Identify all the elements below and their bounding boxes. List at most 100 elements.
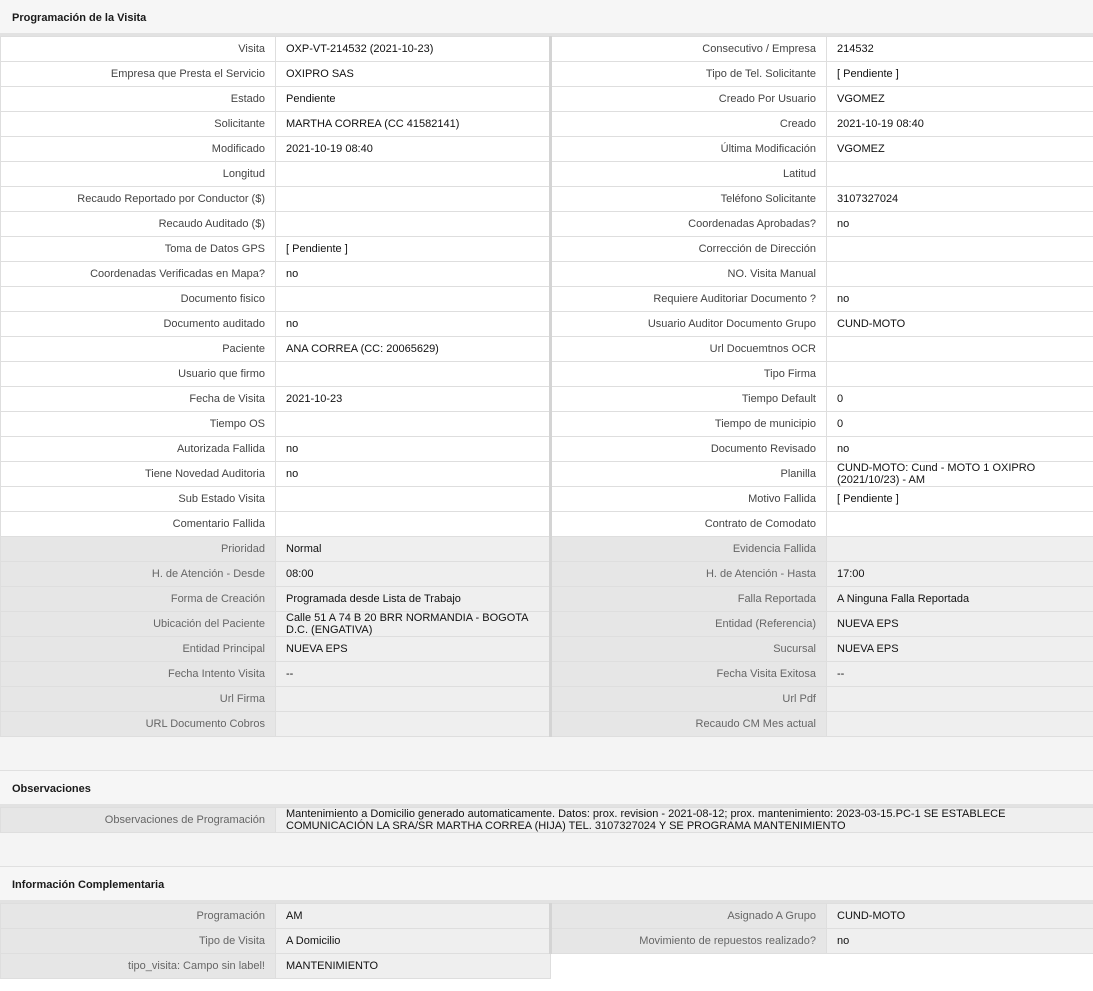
field-value: Pendiente <box>275 86 551 112</box>
field-row: Url Firma Url Pdf <box>0 686 1093 712</box>
observations-table: Observaciones de Programación Mantenimie… <box>0 807 1093 833</box>
field-label: Ubicación del Paciente <box>0 611 276 637</box>
field-label: Consecutivo / Empresa <box>549 36 827 62</box>
field-value <box>826 261 1093 287</box>
field-value: NUEVA EPS <box>826 611 1093 637</box>
field-value: 08:00 <box>275 561 551 587</box>
field-label: Tipo de Tel. Solicitante <box>549 61 827 87</box>
field-label: Coordenadas Verificadas en Mapa? <box>0 261 276 287</box>
field-value <box>275 161 551 187</box>
field-value <box>826 711 1093 737</box>
field-label: Documento auditado <box>0 311 276 337</box>
field-label: Evidencia Fallida <box>549 536 827 562</box>
field-label: Requiere Auditoriar Documento ? <box>549 286 827 312</box>
field-label: Url Docuemtnos OCR <box>549 336 827 362</box>
field-value: NUEVA EPS <box>826 636 1093 662</box>
field-label <box>550 953 827 979</box>
field-value <box>275 686 551 712</box>
field-row: Empresa que Presta el Servicio OXIPRO SAS… <box>0 61 1093 87</box>
field-label: Programación <box>0 903 276 929</box>
field-label: Teléfono Solicitante <box>549 186 827 212</box>
field-value: 3107327024 <box>826 186 1093 212</box>
field-value: Normal <box>275 536 551 562</box>
field-value: 214532 <box>826 36 1093 62</box>
field-label: Tiempo de municipio <box>549 411 827 437</box>
field-label: Sucursal <box>549 636 827 662</box>
field-label: H. de Atención - Hasta <box>549 561 827 587</box>
field-label: Empresa que Presta el Servicio <box>0 61 276 87</box>
field-label: Recaudo CM Mes actual <box>549 711 827 737</box>
field-value: OXP-VT-214532 (2021-10-23) <box>275 36 551 62</box>
field-label: Documento Revisado <box>549 436 827 462</box>
field-value: no <box>826 928 1093 954</box>
field-value: -- <box>826 661 1093 687</box>
field-label: Paciente <box>0 336 276 362</box>
field-value: MARTHA CORREA (CC 41582141) <box>275 111 551 137</box>
field-label: Tipo Firma <box>549 361 827 387</box>
field-value <box>275 211 551 237</box>
field-label: Fecha Visita Exitosa <box>549 661 827 687</box>
field-label: Visita <box>0 36 276 62</box>
field-label: Motivo Fallida <box>549 486 827 512</box>
field-value: VGOMEZ <box>826 86 1093 112</box>
field-row: Comentario Fallida Contrato de Comodato <box>0 511 1093 537</box>
field-value: 2021-10-23 <box>275 386 551 412</box>
field-label: NO. Visita Manual <box>549 261 827 287</box>
field-row: Paciente ANA CORREA (CC: 20065629) Url Doc… <box>0 336 1093 362</box>
field-value: -- <box>275 661 551 687</box>
field-label: Latitud <box>549 161 827 187</box>
program-section-title: Programación de la Visita <box>0 0 1093 36</box>
program-table: Visita OXP-VT-214532 (2021-10-23) Consecut… <box>0 36 1093 737</box>
section-spacer <box>0 833 1093 867</box>
field-label: Forma de Creación <box>0 586 276 612</box>
field-row: URL Documento Cobros Recaudo CM Mes actua… <box>0 711 1093 737</box>
field-row: Recaudo Auditado ($) Coordenadas Aprobada… <box>0 211 1093 237</box>
field-row: Documento fisico Requiere Auditoriar Docu… <box>0 286 1093 312</box>
field-label: Tiempo Default <box>549 386 827 412</box>
field-label: Recaudo Reportado por Conductor ($) <box>0 186 276 212</box>
field-label: Documento fisico <box>0 286 276 312</box>
observations-value: Mantenimiento a Domicilio generado autom… <box>275 807 1093 833</box>
field-label: Entidad Principal <box>0 636 276 662</box>
field-row: Tiene Novedad Auditoria no Planilla CUND-M… <box>0 461 1093 487</box>
field-row: Coordenadas Verificadas en Mapa? no NO. V… <box>0 261 1093 287</box>
field-value: VGOMEZ <box>826 136 1093 162</box>
field-row: Forma de Creación Programada desde Lista … <box>0 586 1093 612</box>
field-row: Solicitante MARTHA CORREA (CC 41582141) Cr… <box>0 111 1093 137</box>
field-row: Modificado 2021-10-19 08:40 Última Modific… <box>0 136 1093 162</box>
field-row: Fecha de Visita 2021-10-23 Tiempo Default… <box>0 386 1093 412</box>
field-label: Movimiento de repuestos realizado? <box>549 928 827 954</box>
field-value: MANTENIMIENTO <box>275 953 551 979</box>
field-label: Usuario que firmo <box>0 361 276 387</box>
field-value <box>275 286 551 312</box>
field-label: Usuario Auditor Documento Grupo <box>549 311 827 337</box>
field-label: Coordenadas Aprobadas? <box>549 211 827 237</box>
field-row: Documento auditado no Usuario Auditor Doc… <box>0 311 1093 337</box>
field-value: [ Pendiente ] <box>826 61 1093 87</box>
field-value: Programada desde Lista de Trabajo <box>275 586 551 612</box>
field-value: CUND-MOTO <box>826 311 1093 337</box>
field-value: CUND-MOTO <box>826 903 1093 929</box>
field-value: CUND-MOTO: Cund - MOTO 1 OXIPRO (2021/10… <box>826 461 1093 487</box>
field-row: Longitud Latitud <box>0 161 1093 187</box>
field-value: Calle 51 A 74 B 20 BRR NORMANDIA - BOGOT… <box>275 611 551 637</box>
field-label: Fecha Intento Visita <box>0 661 276 687</box>
field-value: no <box>275 436 551 462</box>
field-value: no <box>275 461 551 487</box>
field-value: NUEVA EPS <box>275 636 551 662</box>
field-label: URL Documento Cobros <box>0 711 276 737</box>
field-value <box>826 686 1093 712</box>
field-row: Visita OXP-VT-214532 (2021-10-23) Consecut… <box>0 36 1093 62</box>
field-value: [ Pendiente ] <box>826 486 1093 512</box>
complementary-section-title: Información Complementaria <box>0 867 1093 903</box>
field-label: Modificado <box>0 136 276 162</box>
field-value: no <box>826 436 1093 462</box>
field-value <box>275 411 551 437</box>
field-value: 17:00 <box>826 561 1093 587</box>
field-value: A Ninguna Falla Reportada <box>826 586 1093 612</box>
field-value <box>826 361 1093 387</box>
field-label: Contrato de Comodato <box>549 511 827 537</box>
field-row: Tipo de Visita A Domicilio Movimiento de r… <box>0 928 1093 954</box>
field-value: no <box>275 261 551 287</box>
field-label: Corrección de Dirección <box>549 236 827 262</box>
